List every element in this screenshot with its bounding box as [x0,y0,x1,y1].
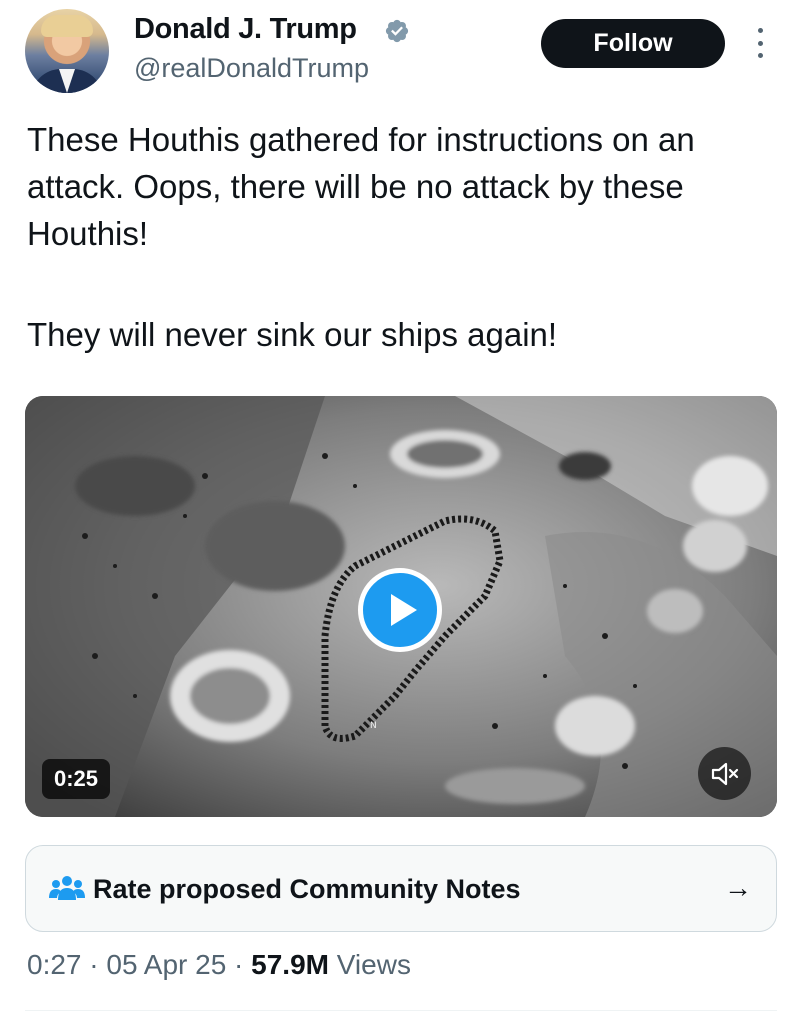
display-name[interactable]: Donald J. Trump [134,13,357,46]
more-dot [757,40,763,46]
more-dot [757,28,763,33]
views-count[interactable]: 57.9M [251,949,329,980]
avatar[interactable] [25,9,109,93]
tweet-date[interactable]: 05 Apr 25 [106,949,226,980]
user-handle[interactable]: @realDonaldTrump [134,53,369,84]
play-button[interactable] [358,568,442,652]
divider [25,1010,777,1011]
meta-separator: · [89,949,99,980]
tweet-paragraph: They will never sink our ships again! [27,316,558,353]
arrow-right-icon: → [724,872,752,903]
tweet-meta: 0:27 · 05 Apr 25 · 57.9M Views [27,949,411,981]
meta-separator: · [234,949,244,980]
community-notes-label: Rate proposed Community Notes [93,874,521,904]
more-dot [757,53,763,58]
video-duration: 0:25 [42,759,110,799]
more-vertical-icon[interactable] [750,28,770,58]
community-notes-card[interactable]: Rate proposed Community Notes → [25,845,777,932]
mute-button[interactable] [698,747,751,800]
verified-badge-icon [385,19,409,43]
play-icon [391,594,417,626]
tweet-text: These Houthis gathered for instructions … [27,116,787,358]
speaker-muted-icon [711,762,738,785]
tweet-paragraph: These Houthis gathered for instructions … [27,121,695,252]
compass-label: N [370,721,377,731]
avatar-hair [41,15,93,37]
views-label: Views [336,949,411,980]
follow-button[interactable]: Follow [541,19,725,68]
tweet-time[interactable]: 0:27 [27,949,82,980]
community-people-icon [49,876,85,900]
